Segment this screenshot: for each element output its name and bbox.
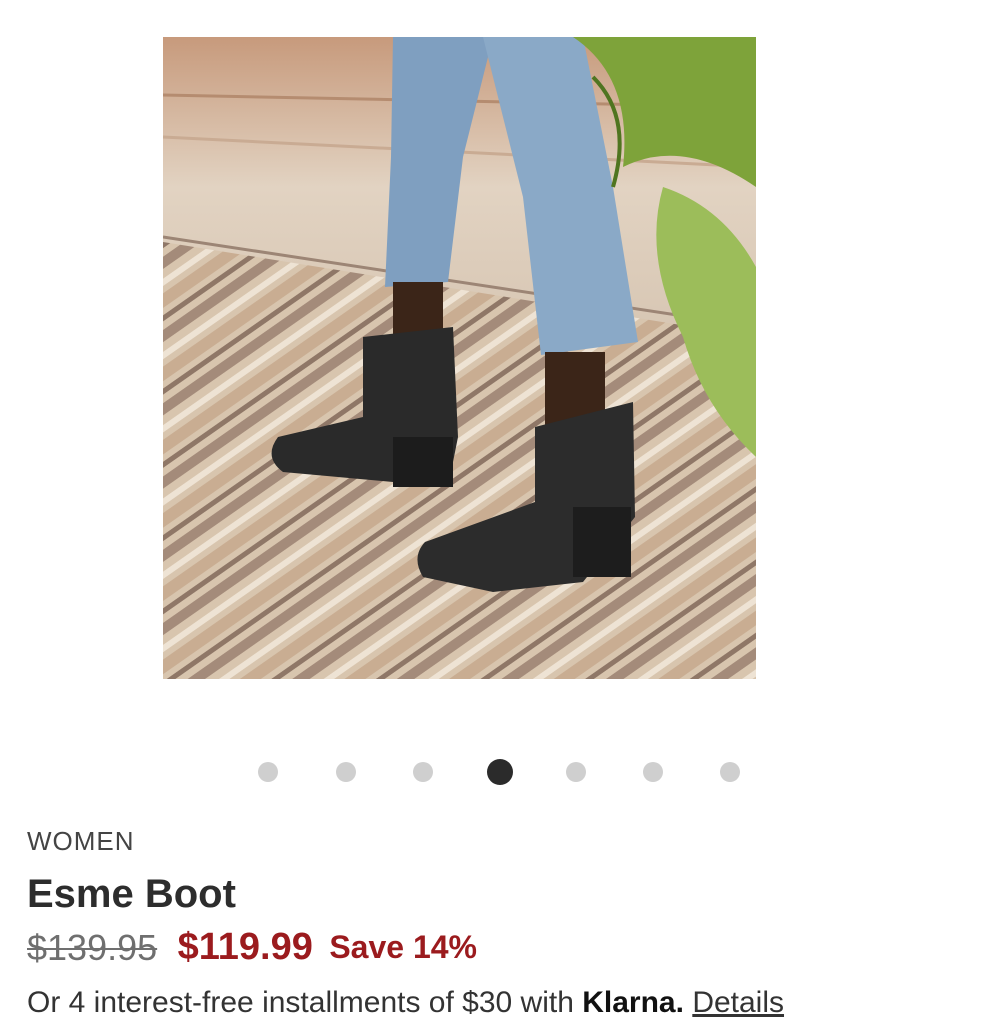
product-image[interactable]: [163, 37, 756, 679]
financing-text: Or 4 interest-free installments of $30 w…: [27, 986, 574, 1019]
original-price: $139.95: [27, 926, 158, 968]
carousel-dot-5[interactable]: [566, 762, 586, 782]
carousel-dot-6[interactable]: [643, 762, 663, 782]
savings-badge: Save 14%: [329, 929, 477, 965]
price-row: $139.95 $119.99 Save 14%: [27, 926, 477, 970]
carousel-dot-3[interactable]: [413, 762, 433, 782]
image-carousel-dots: [0, 759, 1000, 785]
klarna-financing: Or 4 interest-free installments of $30 w…: [27, 986, 784, 1020]
carousel-dot-4-active[interactable]: [487, 759, 513, 785]
product-title: Esme Boot: [27, 872, 236, 916]
product-category[interactable]: WOMEN: [27, 826, 135, 857]
carousel-dot-7[interactable]: [720, 762, 740, 782]
klarna-logo: Klarna.: [582, 986, 684, 1019]
carousel-dot-1[interactable]: [258, 762, 278, 782]
carousel-dot-2[interactable]: [336, 762, 356, 782]
sale-price: $119.99: [177, 926, 313, 968]
financing-details-link[interactable]: Details: [692, 986, 784, 1019]
product-photo-illustration: [163, 37, 756, 679]
